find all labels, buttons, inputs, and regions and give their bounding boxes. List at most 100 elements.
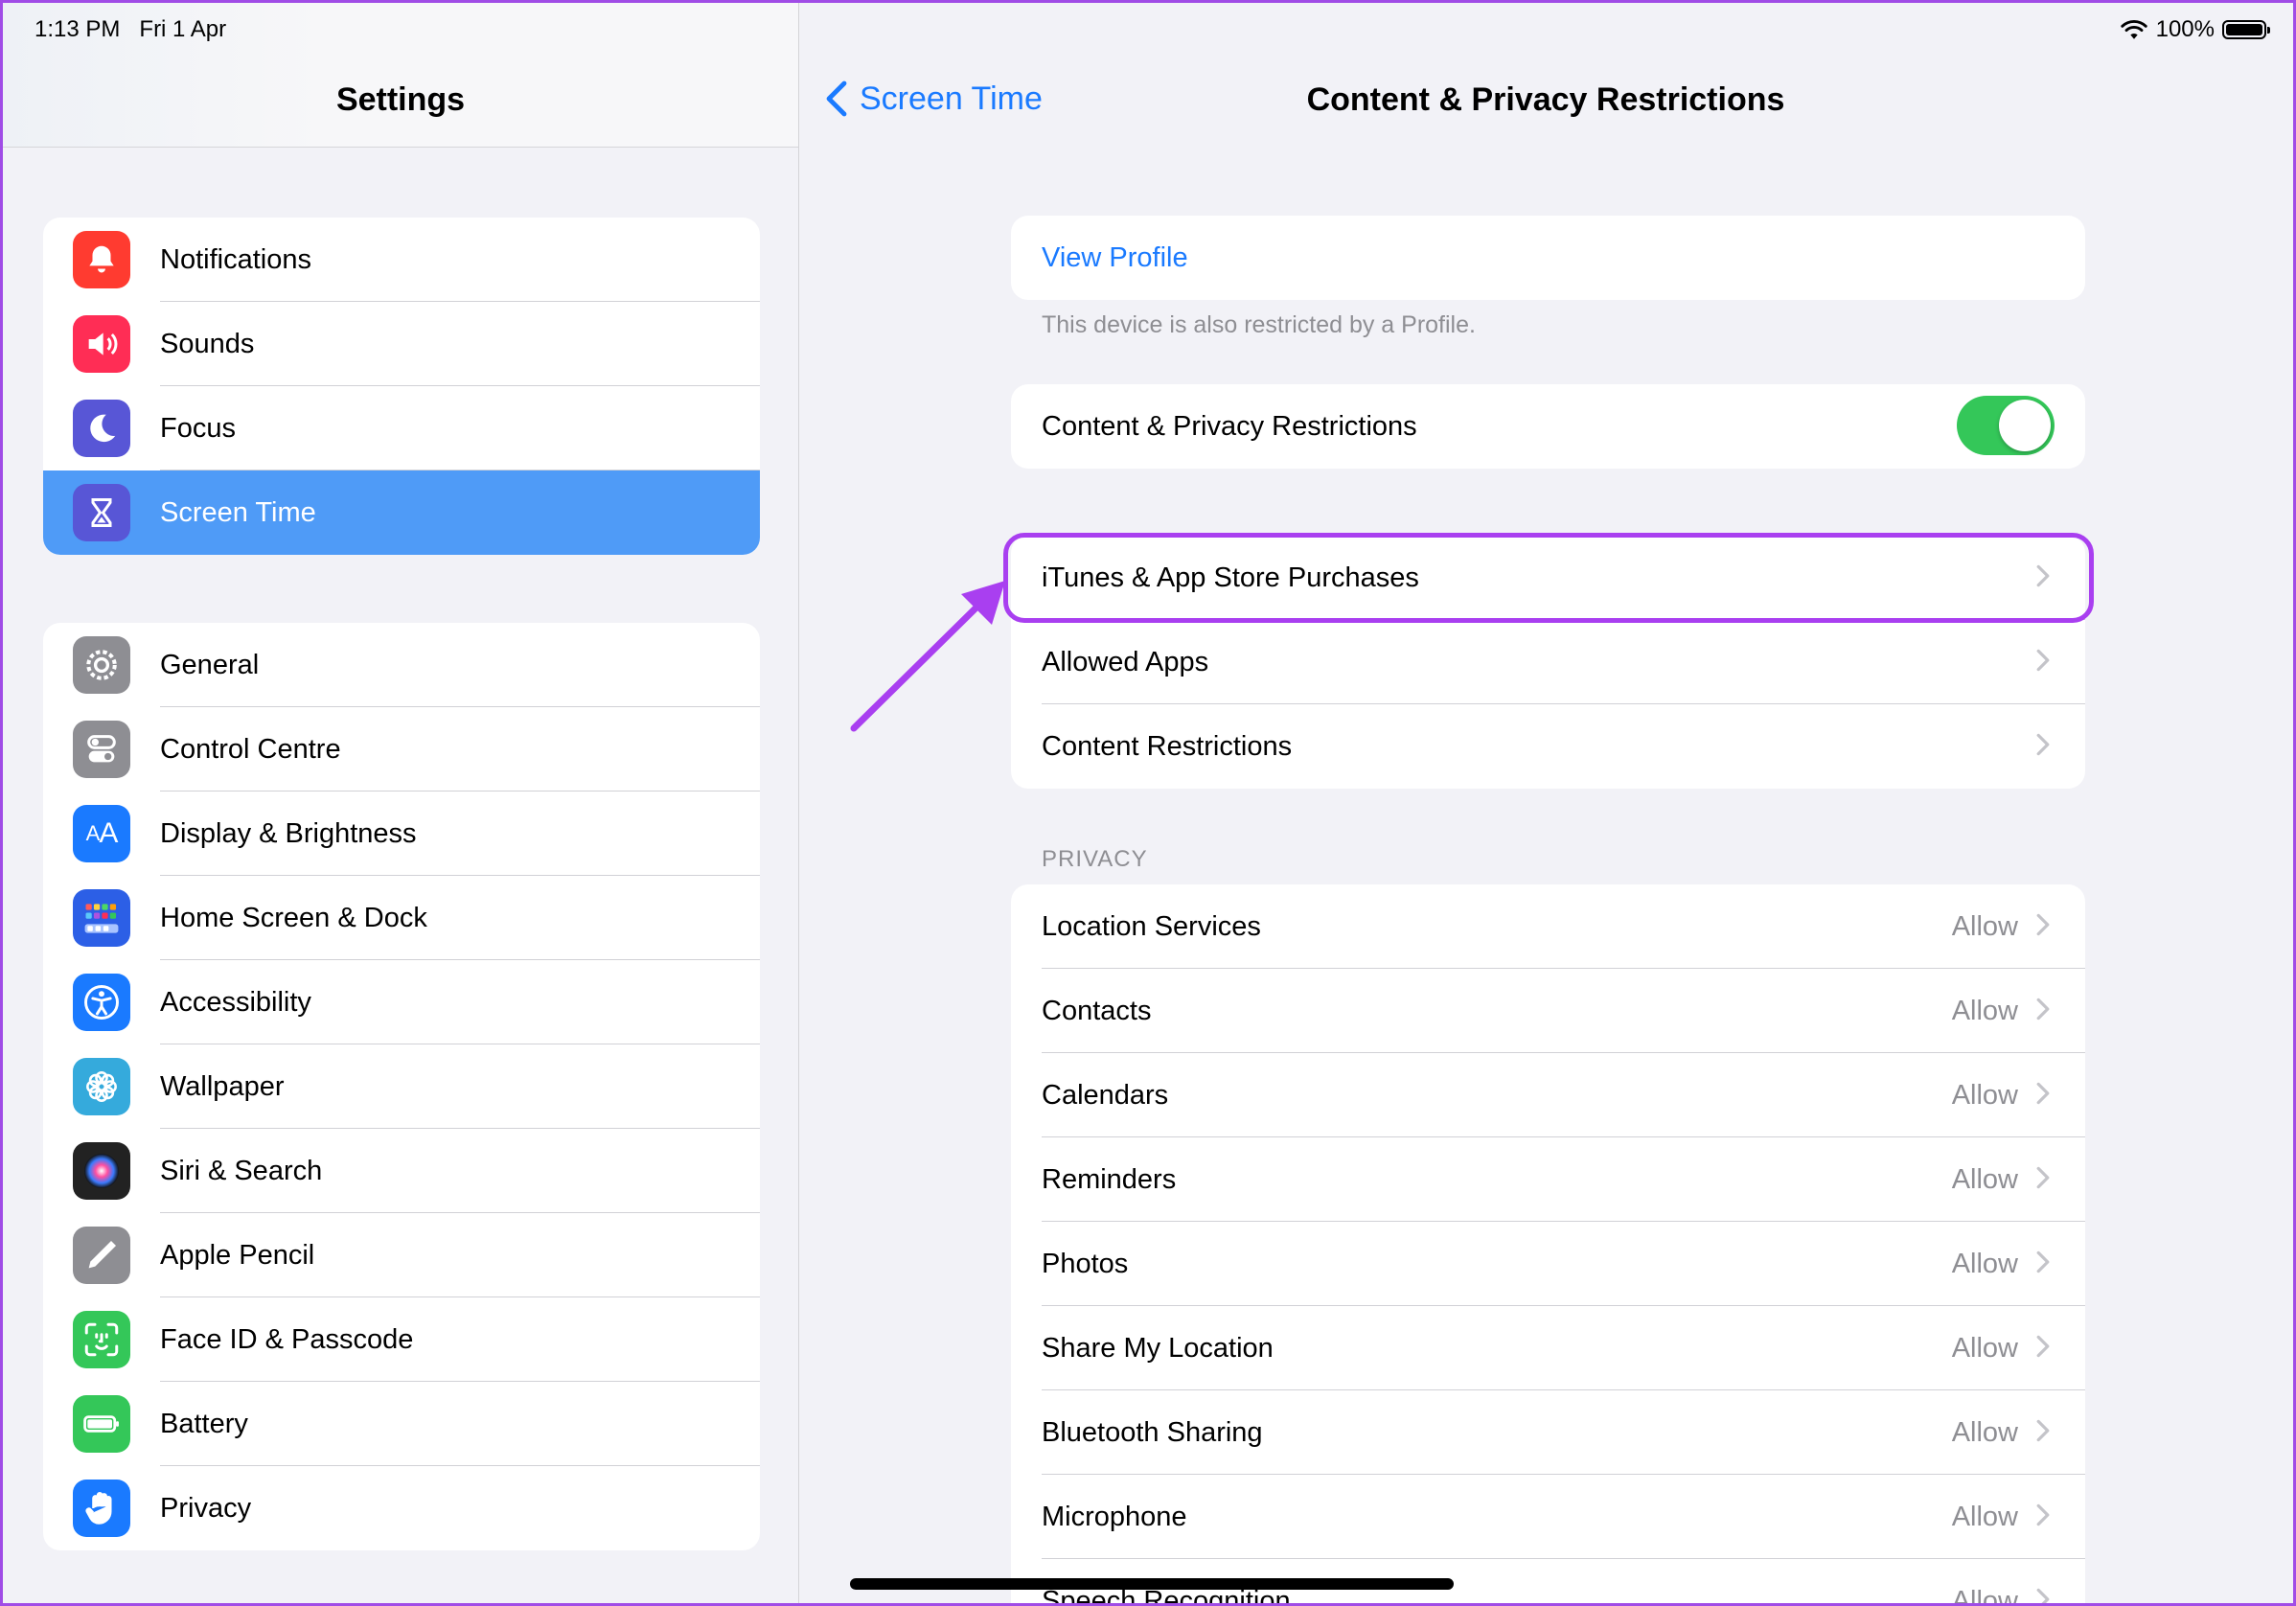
annotation-arrow-icon [850, 581, 1005, 732]
restrictions-toggle-label: Content & Privacy Restrictions [1042, 411, 1417, 442]
sidebar-item-label: Battery [160, 1408, 248, 1439]
text-size-icon: AA [73, 805, 130, 862]
battery-icon [73, 1395, 130, 1453]
row-value: Allow [1951, 1417, 2018, 1448]
row-label: Photos [1042, 1249, 1129, 1279]
status-time: 1:13 PM [34, 16, 121, 42]
speaker-icon [73, 315, 130, 373]
status-bar-time: 1:13 PM Fri 1 Apr [34, 16, 226, 43]
annotation-highlight-box [1003, 533, 2094, 623]
sidebar-item-wallpaper[interactable]: Wallpaper [43, 1044, 760, 1129]
status-battery-icon [2222, 20, 2270, 39]
chevron-right-icon [2036, 649, 2050, 672]
row-label: Share My Location [1042, 1333, 1274, 1364]
moon-icon [73, 400, 130, 457]
sidebar-item-battery[interactable]: Battery [43, 1382, 760, 1466]
sidebar-item-label: Privacy [160, 1492, 252, 1524]
row-label: Contacts [1042, 996, 1152, 1026]
row-label: Content Restrictions [1042, 731, 1293, 762]
row-value: Allow [1951, 1333, 2018, 1364]
privacy-row-calendars[interactable]: Calendars Allow [1011, 1053, 2085, 1137]
sidebar-item-privacy[interactable]: Privacy [43, 1466, 760, 1550]
content-restrictions-row[interactable]: Content Restrictions [1011, 704, 2085, 789]
home-indicator [850, 1578, 1454, 1590]
sidebar-item-label: Screen Time [160, 496, 316, 528]
sidebar-item-apple-pencil[interactable]: Apple Pencil [43, 1213, 760, 1297]
row-value: Allow [1951, 1080, 2018, 1111]
sidebar-item-notifications[interactable]: Notifications [43, 218, 760, 302]
restrictions-toggle-card: Content & Privacy Restrictions [1011, 384, 2085, 469]
row-label: Location Services [1042, 911, 1261, 942]
profile-card: View Profile [1011, 216, 2085, 300]
gear-icon [73, 636, 130, 694]
accessibility-icon [73, 974, 130, 1031]
privacy-row-photos[interactable]: Photos Allow [1011, 1222, 2085, 1306]
sidebar-item-sounds[interactable]: Sounds [43, 302, 760, 386]
privacy-card: Location Services Allow Contacts Allow C… [1011, 884, 2085, 1606]
privacy-row-microphone[interactable]: Microphone Allow [1011, 1475, 2085, 1559]
row-value: Allow [1951, 1249, 2018, 1279]
status-date: Fri 1 Apr [139, 16, 227, 42]
settings-sidebar: Settings Notifications Sounds Focus Scre… [3, 3, 799, 1603]
privacy-row-contacts[interactable]: Contacts Allow [1011, 969, 2085, 1053]
sidebar-item-screen-time[interactable]: Screen Time [43, 470, 760, 555]
sidebar-item-label: Sounds [160, 328, 255, 359]
sidebar-item-control-centre[interactable]: Control Centre [43, 707, 760, 792]
row-label: Calendars [1042, 1080, 1169, 1111]
sidebar-item-label: Apple Pencil [160, 1239, 315, 1271]
chevron-right-icon [2036, 1335, 2050, 1358]
sidebar-item-label: Home Screen & Dock [160, 902, 427, 933]
switches-icon [73, 721, 130, 778]
row-value: Allow [1951, 1586, 2018, 1606]
restrictions-toggle-switch[interactable] [1957, 396, 2055, 455]
hand-icon [73, 1480, 130, 1537]
sidebar-item-label: Wallpaper [160, 1070, 285, 1102]
chevron-right-icon [2036, 913, 2050, 936]
page-title: Content & Privacy Restrictions [1306, 81, 1785, 118]
chevron-right-icon [2036, 733, 2050, 756]
restrictions-toggle-row: Content & Privacy Restrictions [1011, 384, 2085, 469]
sidebar-item-label: Accessibility [160, 986, 311, 1018]
chevron-right-icon [2036, 1082, 2050, 1105]
sidebar-group-2: General Control Centre AA Display & Brig… [43, 623, 760, 1550]
sidebar-item-face-id-passcode[interactable]: Face ID & Passcode [43, 1297, 760, 1382]
sidebar-item-accessibility[interactable]: Accessibility [43, 960, 760, 1044]
row-label: Microphone [1042, 1502, 1187, 1532]
sidebar-item-display-brightness[interactable]: AA Display & Brightness [43, 792, 760, 876]
sidebar-item-label: General [160, 649, 260, 680]
pencil-icon [73, 1227, 130, 1284]
privacy-section-header: PRIVACY [1042, 846, 1148, 872]
battery-fill [2226, 24, 2262, 35]
privacy-row-bluetooth-sharing[interactable]: Bluetooth Sharing Allow [1011, 1390, 2085, 1475]
chevron-right-icon [2036, 1250, 2050, 1273]
view-profile-row[interactable]: View Profile [1011, 216, 2085, 300]
allowed-apps-row[interactable]: Allowed Apps [1011, 620, 2085, 704]
chevron-left-icon [826, 80, 847, 117]
privacy-row-location-services[interactable]: Location Services Allow [1011, 884, 2085, 969]
sidebar-item-label: Display & Brightness [160, 817, 417, 849]
wifi-icon [2120, 19, 2147, 39]
chevron-right-icon [2036, 1588, 2050, 1603]
chevron-right-icon [2036, 1503, 2050, 1526]
sidebar-item-general[interactable]: General [43, 623, 760, 707]
bell-icon [73, 231, 130, 288]
sidebar-item-home-screen-dock[interactable]: Home Screen & Dock [43, 876, 760, 960]
view-profile-link[interactable]: View Profile [1042, 242, 1188, 274]
chevron-right-icon [2036, 1419, 2050, 1442]
flower-icon [73, 1058, 130, 1115]
sidebar-item-focus[interactable]: Focus [43, 386, 760, 470]
row-label: Bluetooth Sharing [1042, 1417, 1263, 1448]
chevron-right-icon [2036, 1166, 2050, 1189]
sidebar-item-siri-search[interactable]: Siri & Search [43, 1129, 760, 1213]
row-label: Reminders [1042, 1164, 1177, 1195]
chevron-right-icon [2036, 998, 2050, 1021]
row-value: Allow [1951, 996, 2018, 1026]
privacy-row-reminders[interactable]: Reminders Allow [1011, 1137, 2085, 1222]
sidebar-item-label: Focus [160, 412, 236, 444]
face-id-icon [73, 1311, 130, 1368]
profile-footer: This device is also restricted by a Prof… [1042, 311, 1476, 338]
privacy-row-share-my-location[interactable]: Share My Location Allow [1011, 1306, 2085, 1390]
app-grid-icon [73, 889, 130, 947]
row-value: Allow [1951, 1164, 2018, 1195]
battery-percent: 100% [2155, 16, 2215, 42]
